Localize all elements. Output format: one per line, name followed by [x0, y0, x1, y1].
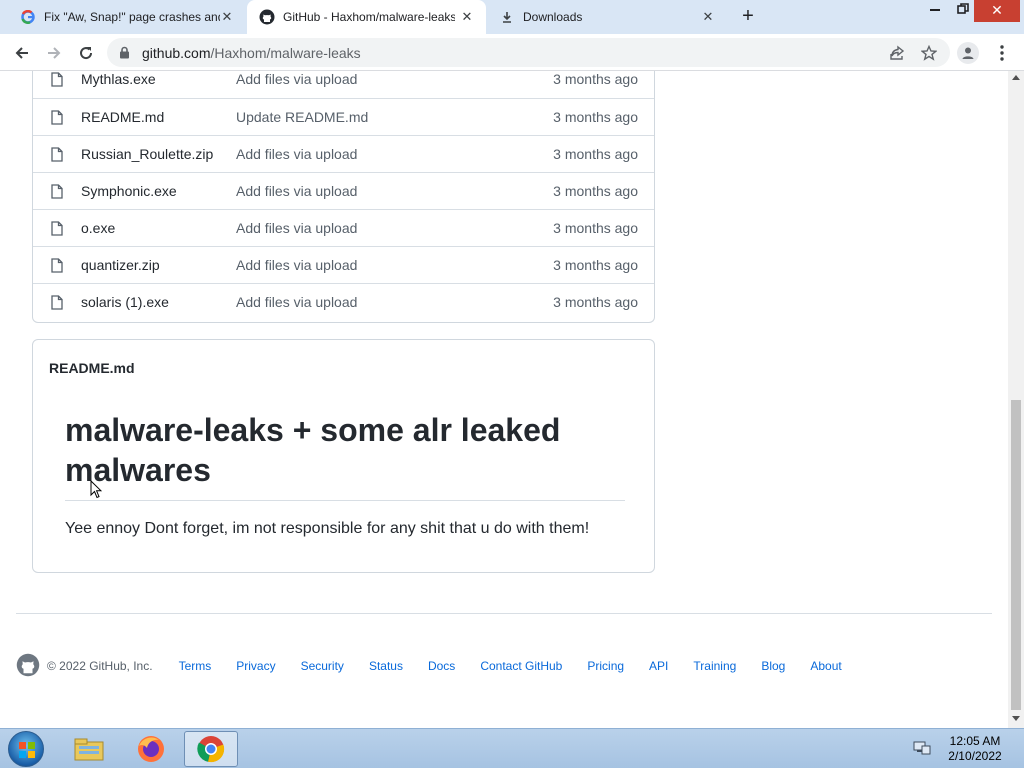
footer-link-terms[interactable]: Terms	[179, 659, 212, 673]
file-icon	[51, 147, 63, 165]
system-clock[interactable]: 12:05 AM 2/10/2022	[940, 734, 1010, 764]
close-tab-icon[interactable]: ✕	[220, 10, 234, 24]
page-content: Mythlas.exe Add files via upload 3 month…	[0, 71, 1008, 728]
file-name[interactable]: README.md	[81, 109, 164, 125]
tab-title: GitHub - Haxhom/malware-leaks	[283, 10, 455, 24]
scroll-down-arrow-icon[interactable]	[1012, 716, 1020, 721]
forward-arrow-icon[interactable]	[43, 42, 65, 64]
tab-title: Downloads	[523, 10, 583, 24]
footer-link-docs[interactable]: Docs	[428, 659, 455, 673]
file-row[interactable]: quantizer.zip Add files via upload 3 mon…	[33, 246, 654, 283]
commit-message[interactable]: Add files via upload	[236, 294, 357, 310]
file-name[interactable]: solaris (1).exe	[81, 294, 169, 310]
close-window-icon[interactable]: ✕	[974, 0, 1020, 22]
commit-message[interactable]: Add files via upload	[236, 183, 357, 199]
bookmark-star-icon[interactable]	[920, 44, 938, 61]
file-icon	[51, 72, 63, 90]
close-tab-icon[interactable]: ✕	[460, 10, 474, 24]
file-icon	[51, 258, 63, 276]
commit-message[interactable]: Add files via upload	[236, 146, 357, 162]
reload-icon[interactable]	[75, 42, 97, 64]
network-icon[interactable]	[913, 740, 931, 761]
commit-age: 3 months ago	[553, 109, 638, 125]
address-bar[interactable]: github.com/Haxhom/malware-leaks	[107, 38, 950, 67]
readme-panel: README.md malware-leaks + some alr leake…	[32, 339, 655, 573]
footer-link-privacy[interactable]: Privacy	[236, 659, 275, 673]
scrollbar-thumb[interactable]	[1011, 400, 1021, 710]
file-row[interactable]: o.exe Add files via upload 3 months ago	[33, 209, 654, 246]
readme-heading: malware-leaks + some alr leaked malwares	[65, 410, 625, 501]
scroll-up-arrow-icon[interactable]	[1012, 75, 1020, 80]
footer: © 2022 GitHub, Inc. Terms Privacy Securi…	[16, 653, 867, 680]
footer-link-security[interactable]: Security	[301, 659, 344, 673]
file-name[interactable]: Mythlas.exe	[81, 71, 156, 87]
share-icon[interactable]	[889, 45, 905, 61]
file-name[interactable]: Russian_Roulette.zip	[81, 146, 213, 162]
footer-link-blog[interactable]: Blog	[761, 659, 785, 673]
commit-age: 3 months ago	[553, 294, 638, 310]
file-row[interactable]: Mythlas.exe Add files via upload 3 month…	[33, 71, 654, 98]
lock-icon[interactable]	[119, 46, 130, 64]
copyright: © 2022 GitHub, Inc.	[47, 659, 153, 673]
minimize-icon[interactable]	[920, 0, 950, 22]
file-name[interactable]: o.exe	[81, 220, 115, 236]
readme-body: Yee ennoy Dont forget, im not responsibl…	[65, 520, 590, 537]
tab-aw-snap[interactable]: Fix "Aw, Snap!" page crashes and ✕	[0, 0, 246, 34]
file-icon	[51, 295, 63, 313]
url-text: github.com/Haxhom/malware-leaks	[142, 45, 361, 61]
browser-toolbar: github.com/Haxhom/malware-leaks	[0, 34, 1024, 71]
commit-age: 3 months ago	[553, 71, 638, 87]
footer-link-contact[interactable]: Contact GitHub	[480, 659, 562, 673]
footer-link-pricing[interactable]: Pricing	[587, 659, 624, 673]
commit-message[interactable]: Add files via upload	[236, 220, 357, 236]
close-tab-icon[interactable]: ✕	[701, 10, 715, 24]
footer-link-api[interactable]: API	[649, 659, 668, 673]
github-icon	[259, 9, 275, 25]
tab-title: Fix "Aw, Snap!" page crashes and	[44, 10, 220, 24]
file-icon	[51, 184, 63, 202]
commit-age: 3 months ago	[553, 146, 638, 162]
url-host: github.com	[142, 45, 211, 61]
file-name[interactable]: quantizer.zip	[81, 257, 160, 273]
footer-link-status[interactable]: Status	[369, 659, 403, 673]
more-menu-icon[interactable]	[996, 43, 1008, 63]
commit-age: 3 months ago	[553, 257, 638, 273]
back-arrow-icon[interactable]	[11, 42, 33, 64]
file-icon	[51, 221, 63, 239]
clock-date: 2/10/2022	[948, 749, 1002, 763]
file-list: Mythlas.exe Add files via upload 3 month…	[32, 71, 655, 323]
url-path: /Haxhom/malware-leaks	[210, 45, 361, 61]
chrome-icon[interactable]	[184, 731, 238, 767]
commit-message[interactable]: Update README.md	[236, 109, 368, 125]
file-explorer-icon[interactable]	[62, 731, 116, 767]
tab-strip: Fix "Aw, Snap!" page crashes and ✕ GitHu…	[0, 0, 1024, 34]
footer-divider	[16, 613, 992, 614]
file-row[interactable]: solaris (1).exe Add files via upload 3 m…	[33, 283, 654, 320]
tab-downloads[interactable]: Downloads ✕	[487, 0, 727, 34]
page-scrollbar[interactable]	[1008, 71, 1024, 728]
readme-filename[interactable]: README.md	[49, 360, 135, 376]
google-icon	[20, 9, 36, 25]
footer-link-about[interactable]: About	[810, 659, 841, 673]
github-logo-icon[interactable]	[16, 653, 40, 680]
mouse-cursor-icon	[90, 479, 103, 504]
windows-taskbar: 12:05 AM 2/10/2022	[0, 728, 1024, 768]
commit-message[interactable]: Add files via upload	[236, 257, 357, 273]
commit-message[interactable]: Add files via upload	[236, 71, 357, 87]
commit-age: 3 months ago	[553, 220, 638, 236]
commit-age: 3 months ago	[553, 183, 638, 199]
tab-github[interactable]: GitHub - Haxhom/malware-leaks ✕	[247, 0, 486, 34]
profile-avatar-icon[interactable]	[957, 42, 979, 64]
footer-link-training[interactable]: Training	[693, 659, 736, 673]
new-tab-plus-icon[interactable]: +	[738, 6, 758, 26]
start-button-windows-icon[interactable]	[8, 731, 44, 767]
download-icon	[499, 9, 515, 25]
firefox-icon[interactable]	[124, 731, 178, 767]
file-icon	[51, 110, 63, 128]
file-row[interactable]: Symphonic.exe Add files via upload 3 mon…	[33, 172, 654, 209]
clock-time: 12:05 AM	[949, 734, 1001, 748]
file-name[interactable]: Symphonic.exe	[81, 183, 177, 199]
file-row[interactable]: README.md Update README.md 3 months ago	[33, 98, 654, 135]
file-row[interactable]: Russian_Roulette.zip Add files via uploa…	[33, 135, 654, 172]
